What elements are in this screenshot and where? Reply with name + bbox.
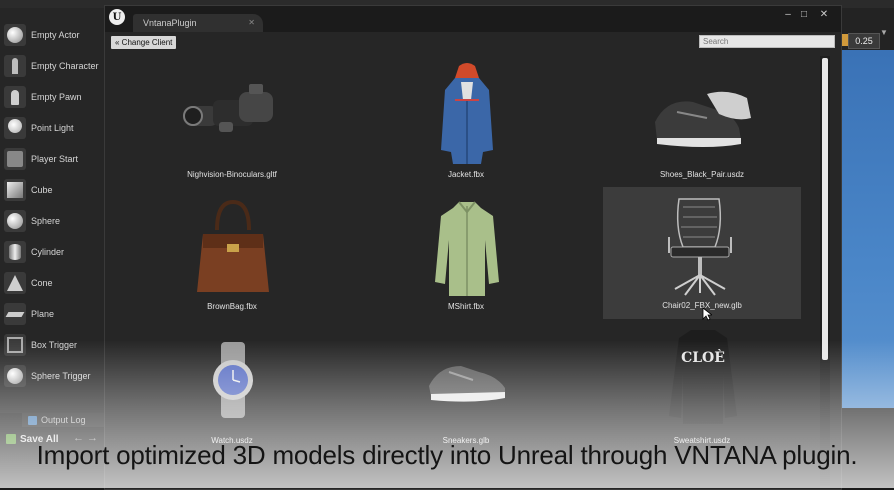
output-log-label: Output Log [41,415,86,425]
change-client-button[interactable]: « Change Client [111,36,177,49]
sphere-icon [4,23,26,46]
search-input[interactable] [699,35,835,48]
actor-item-empty-actor[interactable]: Empty Actor [0,19,104,50]
asset-tile[interactable]: MShirt.fbx [367,188,565,320]
actor-item-sphere-trigger[interactable]: Sphere Trigger [0,360,104,391]
asset-tile[interactable]: BrownBag.fbx [133,188,331,320]
place-actors-panel: Empty Actor Empty Character Empty Pawn P… [0,8,105,413]
actor-item-plane[interactable]: Plane [0,298,104,329]
shirt-thumbnail [435,201,499,296]
actor-item-cube[interactable]: Cube [0,174,104,205]
actor-item-sphere[interactable]: Sphere [0,205,104,236]
point-light-icon [4,116,26,139]
tab-vntana-plugin[interactable]: VntanaPlugin ✕ [133,14,263,32]
asset-tile[interactable]: Nighvision-Binoculars.gltf [133,56,331,188]
scrollbar-thumb[interactable] [822,58,828,360]
actor-label: Player Start [31,153,79,164]
actor-label: Empty Character [31,60,99,71]
actor-label: Empty Actor [31,29,80,40]
viewport-sky[interactable] [842,50,894,408]
sneaker-thumbnail [429,366,505,402]
actor-item-empty-pawn[interactable]: Empty Pawn [0,81,104,112]
actor-label: Point Light [31,122,74,133]
cylinder-icon [4,240,26,263]
close-icon[interactable]: ✕ [248,18,255,27]
plugin-content: « Change Client Nighvision-Binoculars.gl… [105,32,841,489]
actor-label: Cone [31,277,53,288]
output-log-tab[interactable]: Output Log [22,413,104,427]
chevron-down-icon[interactable]: ▼ [880,28,888,37]
actor-label: Sphere [31,215,61,226]
asset-tile[interactable]: CLOÈ Sweatshirt.usdz [603,322,801,454]
actor-label: Cylinder [31,246,65,257]
cone-icon [4,271,26,294]
character-icon [4,54,26,77]
actor-label: Empty Pawn [31,91,82,102]
jacket-thumbnail [441,63,493,164]
window-title-bar[interactable]: U VntanaPlugin ✕ – □ ✕ [105,6,841,32]
asset-name: Shoes_Black_Pair.usdz [659,170,745,179]
shoes-thumbnail [655,91,751,147]
asset-name: BrownBag.fbx [207,302,257,311]
asset-name: Nighvision-Binoculars.gltf [187,170,277,179]
box-trigger-icon [4,333,26,356]
asset-tile-selected[interactable]: Chair02_FBX_new.glb [603,187,801,319]
actor-item-player-start[interactable]: Player Start [0,143,104,174]
plane-icon [4,302,26,325]
player-start-icon [4,147,26,170]
actor-item-point-light[interactable]: Point Light [0,112,104,143]
sphere-trigger-icon [4,364,26,387]
sweatshirt-print-text: CLOÈ [681,348,725,366]
asset-tile[interactable]: Shoes_Black_Pair.usdz [603,56,801,188]
actor-item-cone[interactable]: Cone [0,267,104,298]
close-window-icon[interactable]: ✕ [817,9,831,20]
bag-thumbnail [197,200,269,292]
actor-label: Sphere Trigger [31,370,91,381]
binoculars-thumbnail [183,84,273,132]
video-caption: Import optimized 3D models directly into… [36,440,858,470]
vntana-plugin-window: U VntanaPlugin ✕ – □ ✕ « Change Client N… [104,5,842,490]
unreal-logo-icon: U [109,9,125,25]
mouse-cursor-icon [702,307,712,321]
tab-label: VntanaPlugin [143,18,197,28]
output-log-icon [28,415,37,425]
cube-icon [4,178,26,201]
actor-item-box-trigger[interactable]: Box Trigger [0,329,104,360]
actor-label: Plane [31,308,55,319]
asset-tile[interactable]: Jacket.fbx [367,56,565,188]
actor-label: Cube [31,184,53,195]
watch-thumbnail [213,342,253,418]
snap-value-field[interactable]: 0.25 [848,33,880,49]
asset-name: MShirt.fbx [447,302,484,311]
sweatshirt-thumbnail: CLOÈ [669,330,737,424]
chair-thumbnail [668,198,732,296]
asset-tile[interactable]: Watch.usdz [133,322,331,454]
actor-item-empty-character[interactable]: Empty Character [0,50,104,81]
actor-label: Box Trigger [31,339,78,350]
sphere-icon [4,209,26,232]
asset-name: Jacket.fbx [447,170,484,179]
maximize-icon[interactable]: □ [797,9,811,20]
minimize-icon[interactable]: – [781,9,795,20]
actor-item-cylinder[interactable]: Cylinder [0,236,104,267]
pawn-icon [4,85,26,108]
asset-tile[interactable]: Sneakers.glb [367,322,565,454]
